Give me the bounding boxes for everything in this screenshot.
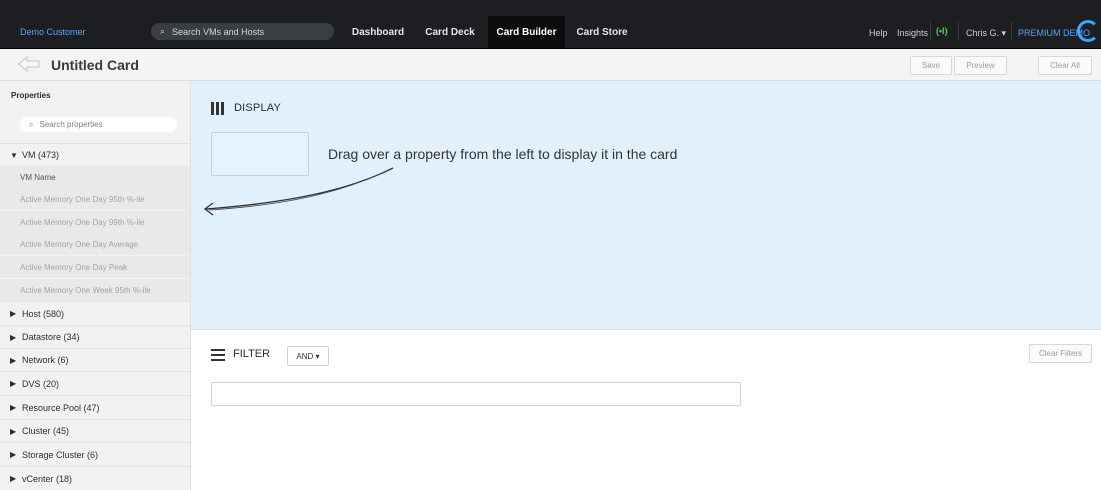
collapsed-triangle-icon: ▶ (10, 379, 17, 388)
sidebar-group-host[interactable]: ▶ Host (580) (0, 301, 190, 325)
sidebar-group-label: Storage Cluster (6) (22, 449, 99, 460)
collapsed-triangle-icon: ▶ (10, 355, 17, 365)
sidebar-group-resource-pool[interactable]: ▶ Resource Pool (47) (0, 395, 190, 419)
properties-sidebar: Properties ⌕ Search properties ▼ VM (473… (0, 81, 191, 490)
property-item[interactable]: Active Memory One Week 95th %-ile (0, 279, 190, 301)
top-nav-bar: Demo Customer ⌕ Search VMs and Hosts Das… (0, 0, 1101, 49)
sidebar-group-label: Cluster (45) (22, 426, 70, 436)
sidebar-group-label: DVS (20) (22, 378, 60, 389)
properties-search-placeholder: Search properties (39, 120, 103, 129)
property-item[interactable]: Active Memory One Day 99th %-ile (0, 211, 190, 233)
sidebar-group-label: Network (6) (22, 355, 69, 365)
tab-dashboard[interactable]: Dashboard (345, 16, 411, 48)
sidebar-group-label: VM (473) (22, 150, 60, 160)
collapsed-triangle-icon: ▶ (10, 403, 17, 412)
search-icon: ⌕ (160, 26, 166, 36)
collapsed-triangle-icon: ▶ (10, 309, 17, 318)
filter-icon (211, 349, 225, 361)
save-button[interactable]: Save (910, 56, 952, 75)
signal-icon[interactable]: (•I) (936, 26, 948, 36)
tab-card-store[interactable]: Card Store (570, 16, 634, 48)
property-item[interactable]: Active Memory One Day Peak (0, 256, 190, 278)
nav-divider (1011, 22, 1012, 40)
sidebar-group-vm[interactable]: ▼ VM (473) (0, 143, 190, 166)
product-logo-icon[interactable] (1077, 20, 1099, 42)
user-menu[interactable]: Chris G. ▾ (966, 28, 1006, 39)
nav-divider (930, 22, 931, 40)
sidebar-group-network[interactable]: ▶ Network (6) (0, 348, 190, 371)
display-drop-zone[interactable]: DISPLAY Drag over a property from the le… (191, 81, 1101, 330)
card-title[interactable]: Untitled Card (51, 57, 139, 73)
property-item[interactable]: Active Memory One Day Average (0, 233, 190, 255)
clear-filters-button[interactable]: Clear Filters (1029, 344, 1092, 363)
sidebar-group-dvs[interactable]: ▶ DVS (20) (0, 371, 190, 395)
help-link[interactable]: Help (869, 28, 888, 38)
customer-name[interactable]: Demo Customer (20, 27, 86, 37)
properties-search-input[interactable]: ⌕ Search properties (20, 117, 177, 132)
properties-heading: Properties (11, 91, 51, 100)
collapsed-triangle-icon: ▶ (10, 474, 17, 483)
back-arrow-icon[interactable] (18, 55, 40, 73)
sidebar-group-cluster[interactable]: ▶ Cluster (45) (0, 419, 190, 442)
search-icon: ⌕ (29, 119, 34, 129)
card-builder-app: Demo Customer ⌕ Search VMs and Hosts Das… (0, 0, 1101, 490)
collapsed-triangle-icon: ▶ (10, 332, 17, 342)
nav-divider (958, 22, 959, 40)
collapsed-triangle-icon: ▶ (10, 426, 17, 436)
collapsed-triangle-icon: ▶ (10, 450, 17, 459)
sidebar-group-storage-cluster[interactable]: ▶ Storage Cluster (6) (0, 442, 190, 466)
sidebar-group-vcenter[interactable]: ▶ vCenter (18) (0, 466, 190, 490)
filter-heading: FILTER (233, 348, 271, 360)
insights-link[interactable]: Insights (897, 28, 928, 38)
card-title-bar: Untitled Card Save Preview Clear All (0, 49, 1101, 81)
sidebar-group-label: Host (580) (22, 308, 65, 319)
global-search-placeholder: Search VMs and Hosts (172, 26, 265, 37)
display-heading: DISPLAY (234, 102, 282, 114)
sidebar-group-label: vCenter (18) (22, 473, 73, 484)
drag-hint-arrow-icon (203, 167, 394, 216)
filter-drop-input[interactable] (211, 382, 741, 406)
preview-button[interactable]: Preview (954, 56, 1007, 75)
columns-icon (211, 102, 225, 115)
drag-instruction-text: Drag over a property from the left to di… (328, 146, 678, 162)
global-search-input[interactable]: ⌕ Search VMs and Hosts (151, 23, 334, 40)
expanded-triangle-icon: ▼ (10, 150, 18, 160)
property-item[interactable]: Active Memory One Day 95th %-ile (0, 188, 190, 210)
sidebar-group-label: Datastore (34) (22, 332, 80, 342)
tab-card-builder[interactable]: Card Builder (488, 16, 565, 48)
sidebar-group-label: Resource Pool (47) (22, 402, 100, 413)
property-item[interactable]: VM Name (0, 166, 190, 188)
sidebar-group-datastore[interactable]: ▶ Datastore (34) (0, 325, 190, 348)
tab-card-deck[interactable]: Card Deck (418, 16, 482, 48)
filter-operator-dropdown[interactable]: AND ▾ (287, 346, 329, 366)
clear-all-button[interactable]: Clear All (1038, 56, 1092, 75)
